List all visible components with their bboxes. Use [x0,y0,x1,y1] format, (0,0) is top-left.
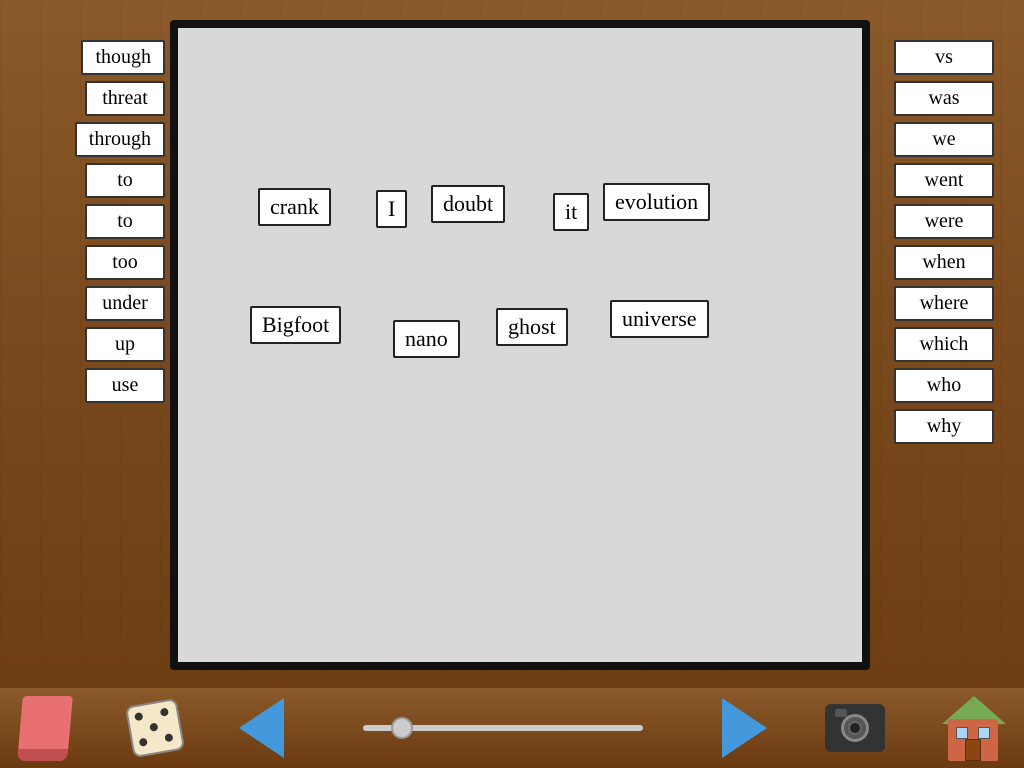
home-button[interactable] [944,696,1004,761]
left-word-too[interactable]: too [85,245,165,280]
left-word-list: though threat through to to too under up… [10,40,165,403]
eraser-button[interactable] [17,696,73,761]
left-word-use[interactable]: use [85,368,165,403]
right-word-were[interactable]: were [894,204,994,239]
tile-I[interactable]: I [376,190,407,228]
bottom-toolbar [0,688,1024,768]
left-word-through[interactable]: through [75,122,165,157]
right-word-list: vs was we went were when where which who… [894,40,1014,444]
house-window-right [978,727,990,739]
camera-lens-inner [848,721,862,735]
tile-universe[interactable]: universe [610,300,709,338]
dot4 [138,738,147,747]
dot1 [134,712,143,721]
tile-bigfoot[interactable]: Bigfoot [250,306,341,344]
speed-slider[interactable] [363,725,643,731]
dot2 [159,707,168,716]
right-word-vs[interactable]: vs [894,40,994,75]
right-word-we[interactable]: we [894,122,994,157]
right-word-was[interactable]: was [894,81,994,116]
left-word-though[interactable]: though [81,40,165,75]
right-word-which[interactable]: which [894,327,994,362]
tile-ghost[interactable]: ghost [496,308,568,346]
house-body [948,719,998,761]
house-door [965,739,981,761]
main-board: crank I doubt it evolution Bigfoot nano … [170,20,870,670]
arrow-left-button[interactable] [239,698,284,758]
tile-crank[interactable]: crank [258,188,331,226]
camera-lens [841,714,869,742]
left-word-under[interactable]: under [85,286,165,321]
slider-track [363,725,643,731]
left-word-threat[interactable]: threat [85,81,165,116]
camera-button[interactable] [825,704,885,752]
tile-evolution[interactable]: evolution [603,183,710,221]
right-word-when[interactable]: when [894,245,994,280]
dot5 [164,733,173,742]
right-word-went[interactable]: went [894,163,994,198]
right-word-where[interactable]: where [894,286,994,321]
camera-flash [835,709,847,717]
left-word-to2[interactable]: to [85,204,165,239]
dot3 [149,723,158,732]
tile-it[interactable]: it [553,193,589,231]
tile-nano[interactable]: nano [393,320,460,358]
left-word-to1[interactable]: to [85,163,165,198]
right-word-who[interactable]: who [894,368,994,403]
slider-thumb[interactable] [391,717,413,739]
arrow-right-button[interactable] [722,698,767,758]
house-window-left [956,727,968,739]
tile-doubt[interactable]: doubt [431,185,505,223]
right-word-why[interactable]: why [894,409,994,444]
dice-button[interactable] [125,698,185,758]
left-word-up[interactable]: up [85,327,165,362]
